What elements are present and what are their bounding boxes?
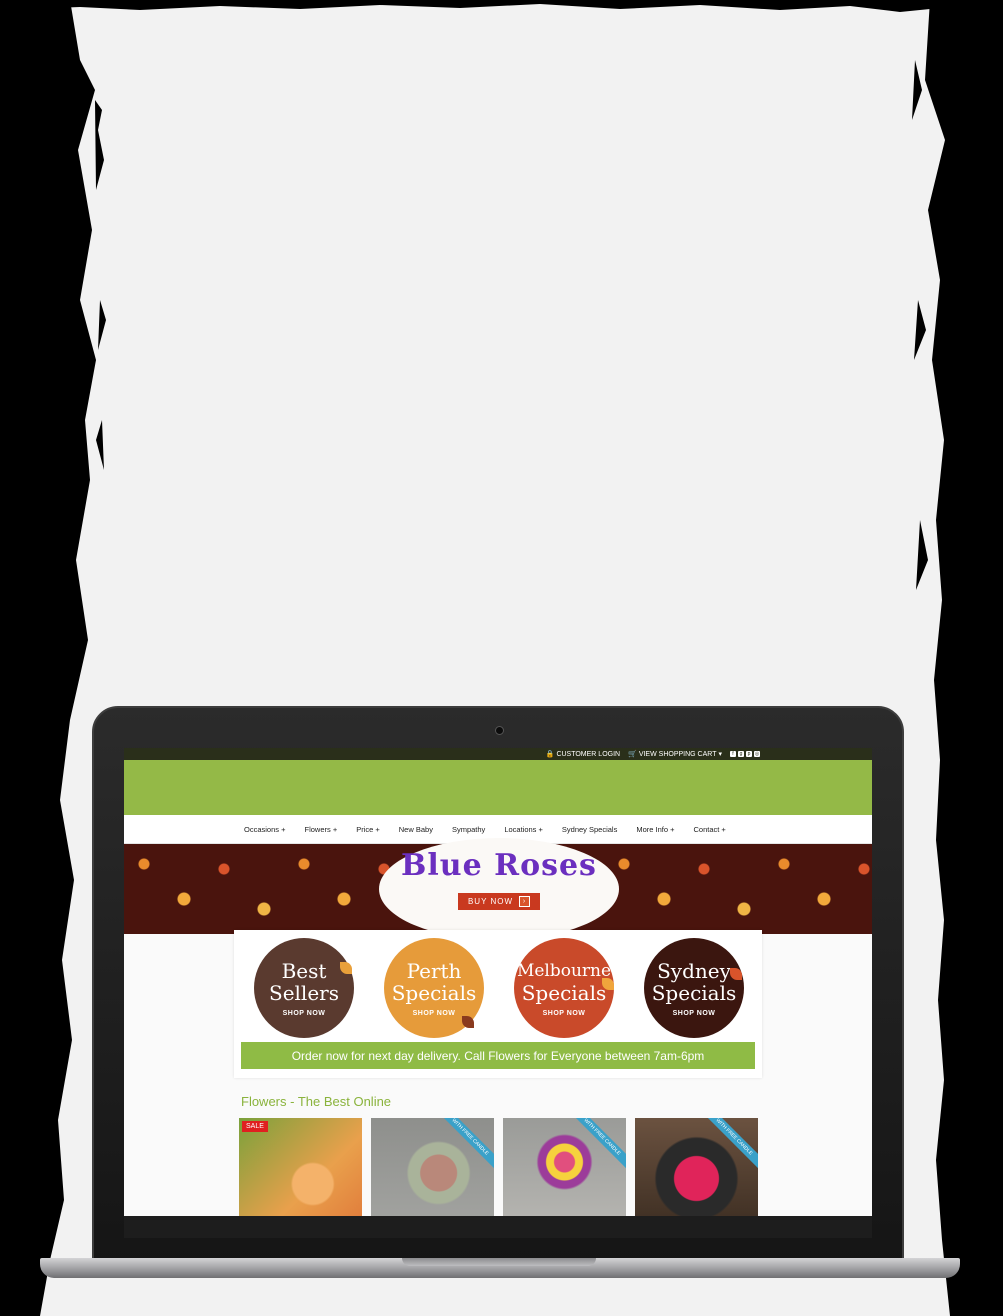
hero-banner[interactable]: Blue Roses BUY NOW › [124, 838, 872, 940]
nav-item-new-baby[interactable]: New Baby [399, 825, 433, 834]
promo-melbourne-specials[interactable]: Melbourne Specials SHOP NOW [514, 938, 614, 1038]
nav-item-sympathy[interactable]: Sympathy [452, 825, 485, 834]
instagram-icon[interactable]: ◎ [754, 751, 760, 757]
section-title: Flowers - The Best Online [241, 1094, 392, 1109]
nav-item-sydney-specials[interactable]: Sydney Specials [562, 825, 617, 834]
free-candle-ribbon: WITH FREE CANDLE [563, 1118, 626, 1176]
buy-now-button[interactable]: BUY NOW › [457, 893, 541, 910]
pinterest-icon[interactable]: p [746, 751, 752, 757]
main-content: Best Sellers SHOP NOW Perth Specials SHO… [124, 930, 872, 1216]
nav-item-contact[interactable]: Contact + [694, 825, 726, 834]
free-candle-ribbon: WITH FREE CANDLE [695, 1118, 758, 1176]
cart-icon: 🛒 [628, 751, 637, 758]
nav-item-more-info[interactable]: More Info + [636, 825, 674, 834]
chevron-right-icon: › [519, 896, 531, 907]
nav-item-flowers[interactable]: Flowers + [304, 825, 337, 834]
website-screen: 🔒 CUSTOMER LOGIN 🛒 VIEW SHOPPING CART ▾ … [124, 748, 872, 1216]
chevron-down-icon: ▾ [718, 751, 722, 758]
nav-item-locations[interactable]: Locations + [504, 825, 543, 834]
free-candle-ribbon: WITH FREE CANDLE [431, 1118, 494, 1176]
hero-title: Blue Roses [401, 848, 597, 883]
facebook-icon[interactable]: f [730, 751, 736, 757]
product-card[interactable]: SALE [239, 1118, 362, 1216]
leaf-icon [602, 978, 614, 990]
customer-login-link[interactable]: 🔒 CUSTOMER LOGIN [545, 750, 620, 759]
promo-box: Best Sellers SHOP NOW Perth Specials SHO… [234, 930, 762, 1078]
lock-icon: 🔒 [545, 751, 555, 758]
hero-center-panel: Blue Roses BUY NOW › [379, 838, 619, 940]
nav-item-occasions[interactable]: Occasions + [244, 825, 285, 834]
product-grid: SALE WITH FREE CANDLE WITH FREE CANDLE W… [239, 1118, 758, 1216]
product-card[interactable]: WITH FREE CANDLE [635, 1118, 758, 1216]
sale-badge: SALE [242, 1121, 268, 1132]
top-utility-bar: 🔒 CUSTOMER LOGIN 🛒 VIEW SHOPPING CART ▾ … [124, 748, 872, 760]
view-cart-link[interactable]: 🛒 VIEW SHOPPING CART ▾ [628, 750, 722, 759]
screen-bezel [124, 1216, 872, 1238]
laptop-notch [402, 1258, 596, 1266]
promo-sydney-specials[interactable]: Sydney Specials SHOP NOW [644, 938, 744, 1038]
leaf-icon [340, 962, 352, 974]
site-header [124, 760, 872, 815]
delivery-banner[interactable]: Order now for next day delivery. Call Fl… [241, 1042, 755, 1069]
promo-best-sellers[interactable]: Best Sellers SHOP NOW [254, 938, 354, 1038]
webcam-icon [495, 726, 504, 735]
leaf-icon [730, 968, 742, 980]
promo-perth-specials[interactable]: Perth Specials SHOP NOW [384, 938, 484, 1038]
leaf-icon [462, 1016, 474, 1028]
product-card[interactable]: WITH FREE CANDLE [503, 1118, 626, 1216]
product-card[interactable]: WITH FREE CANDLE [371, 1118, 494, 1216]
google-plus-icon[interactable]: g [738, 751, 744, 757]
nav-item-price[interactable]: Price + [356, 825, 380, 834]
social-links: f g p ◎ [730, 751, 760, 757]
